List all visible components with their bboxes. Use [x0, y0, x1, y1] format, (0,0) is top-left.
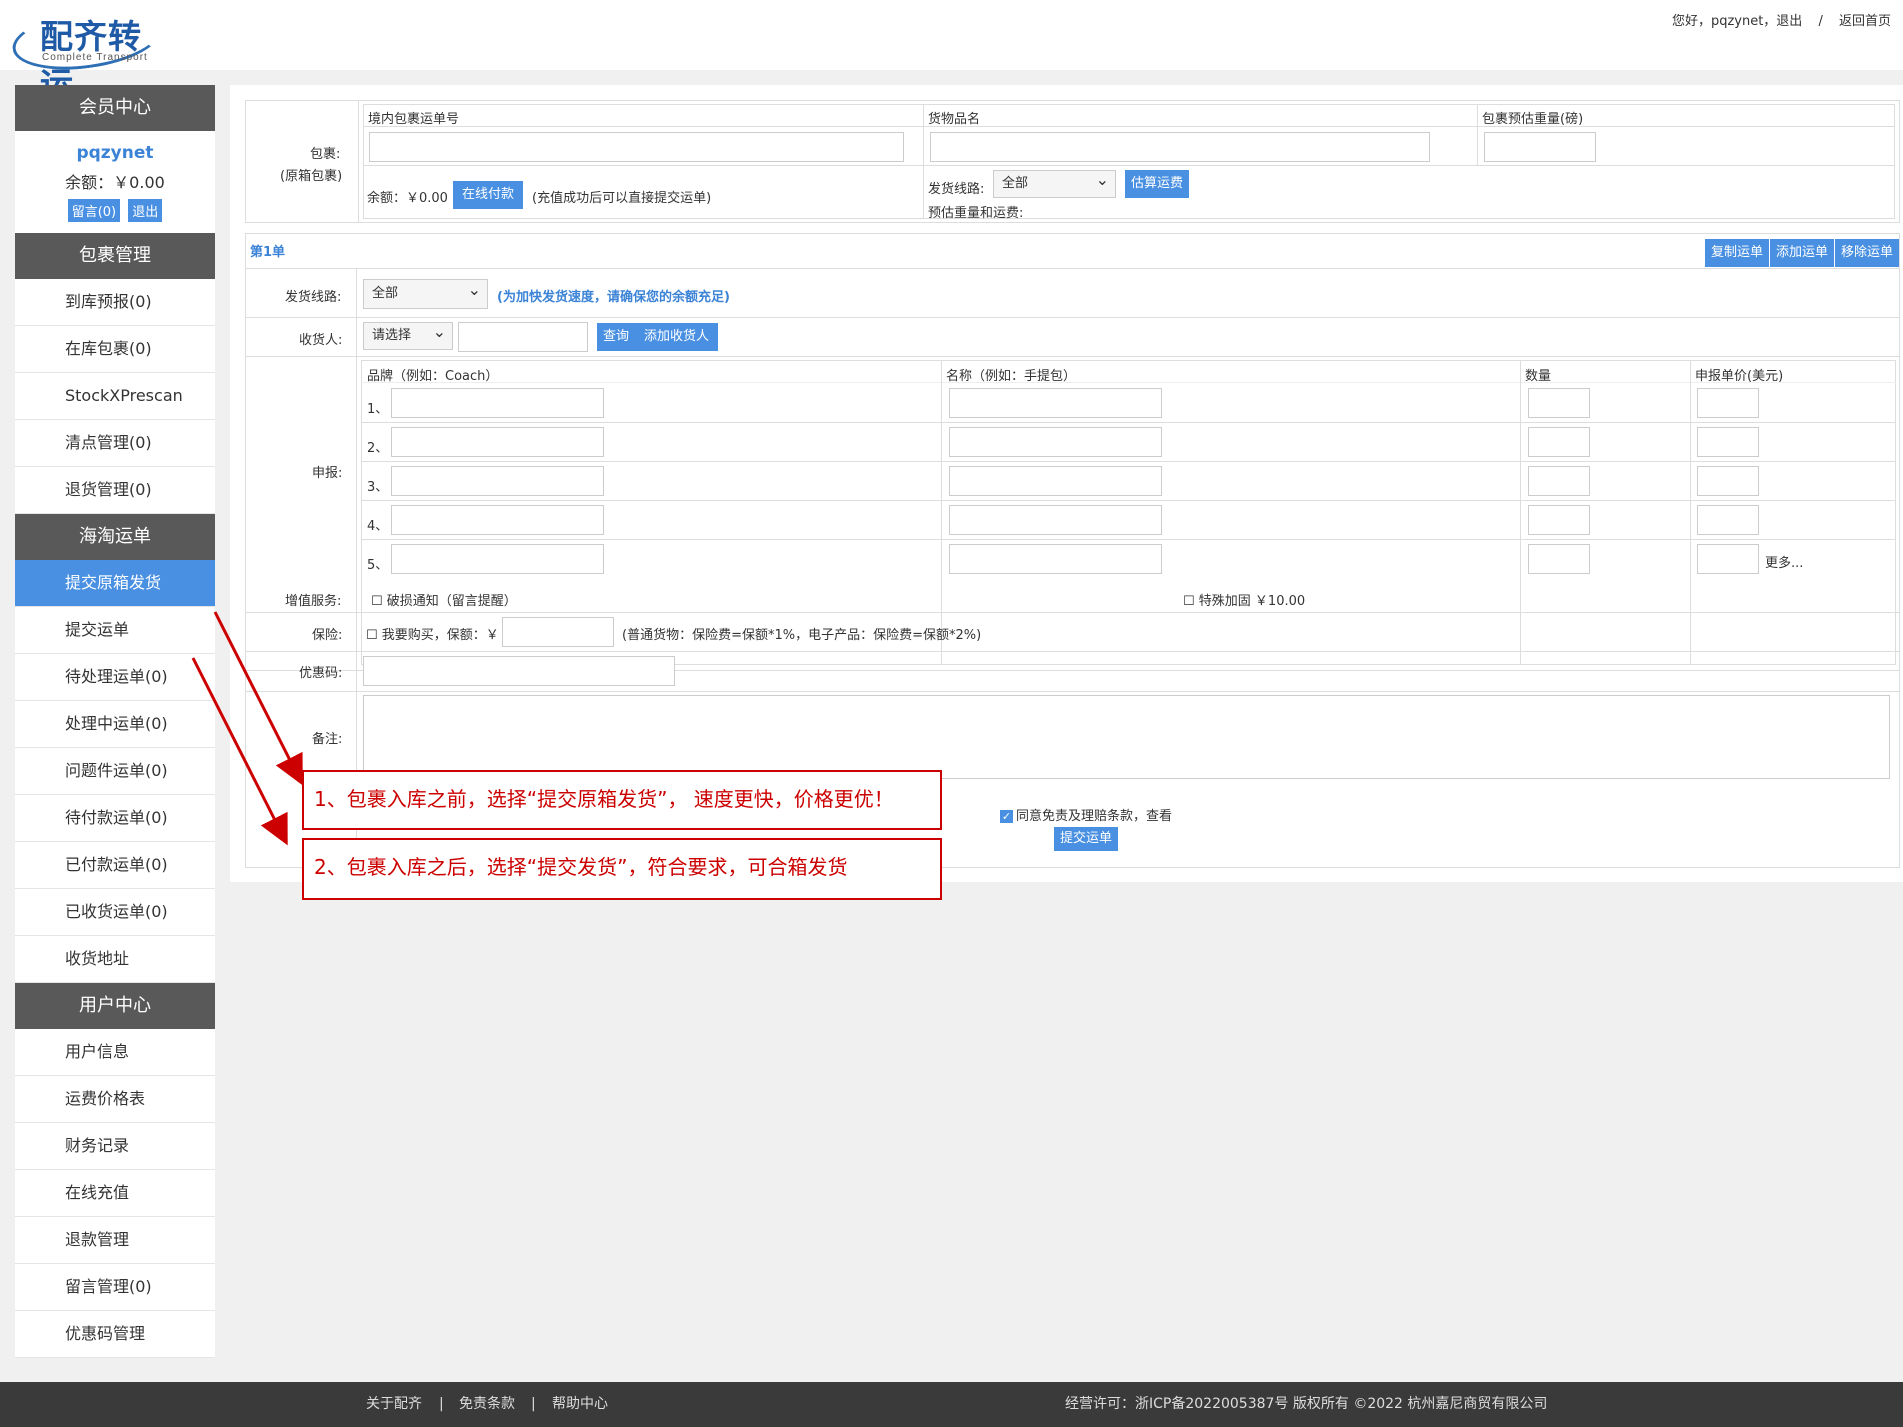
footer-separator: | [439, 1396, 444, 1412]
footer-help-link[interactable]: 帮助中心 [552, 1382, 608, 1427]
footer-license: 经营许可：浙ICP备2022005387号 版权所有 ©2022 杭州嘉尼商贸有… [1065, 1396, 1548, 1412]
annotation-note-2: 2、包裹入库之后，选择“提交发货”，符合要求，可合箱发货 [302, 838, 942, 900]
arrow-2 [191, 657, 288, 846]
footer-about-link[interactable]: 关于配齐 [366, 1382, 422, 1427]
annotation-arrows [191, 611, 303, 846]
footer-separator: | [531, 1396, 536, 1412]
footer: 关于配齐 | 免责条款 | 帮助中心 经营许可：浙ICP备2022005387号… [0, 1382, 1903, 1427]
annotation-note-1: 1、包裹入库之前，选择“提交原箱发货”， 速度更快，价格更优！ [302, 770, 942, 830]
arrow-1 [213, 611, 303, 786]
footer-disclaimer-link[interactable]: 免责条款 [459, 1382, 515, 1427]
